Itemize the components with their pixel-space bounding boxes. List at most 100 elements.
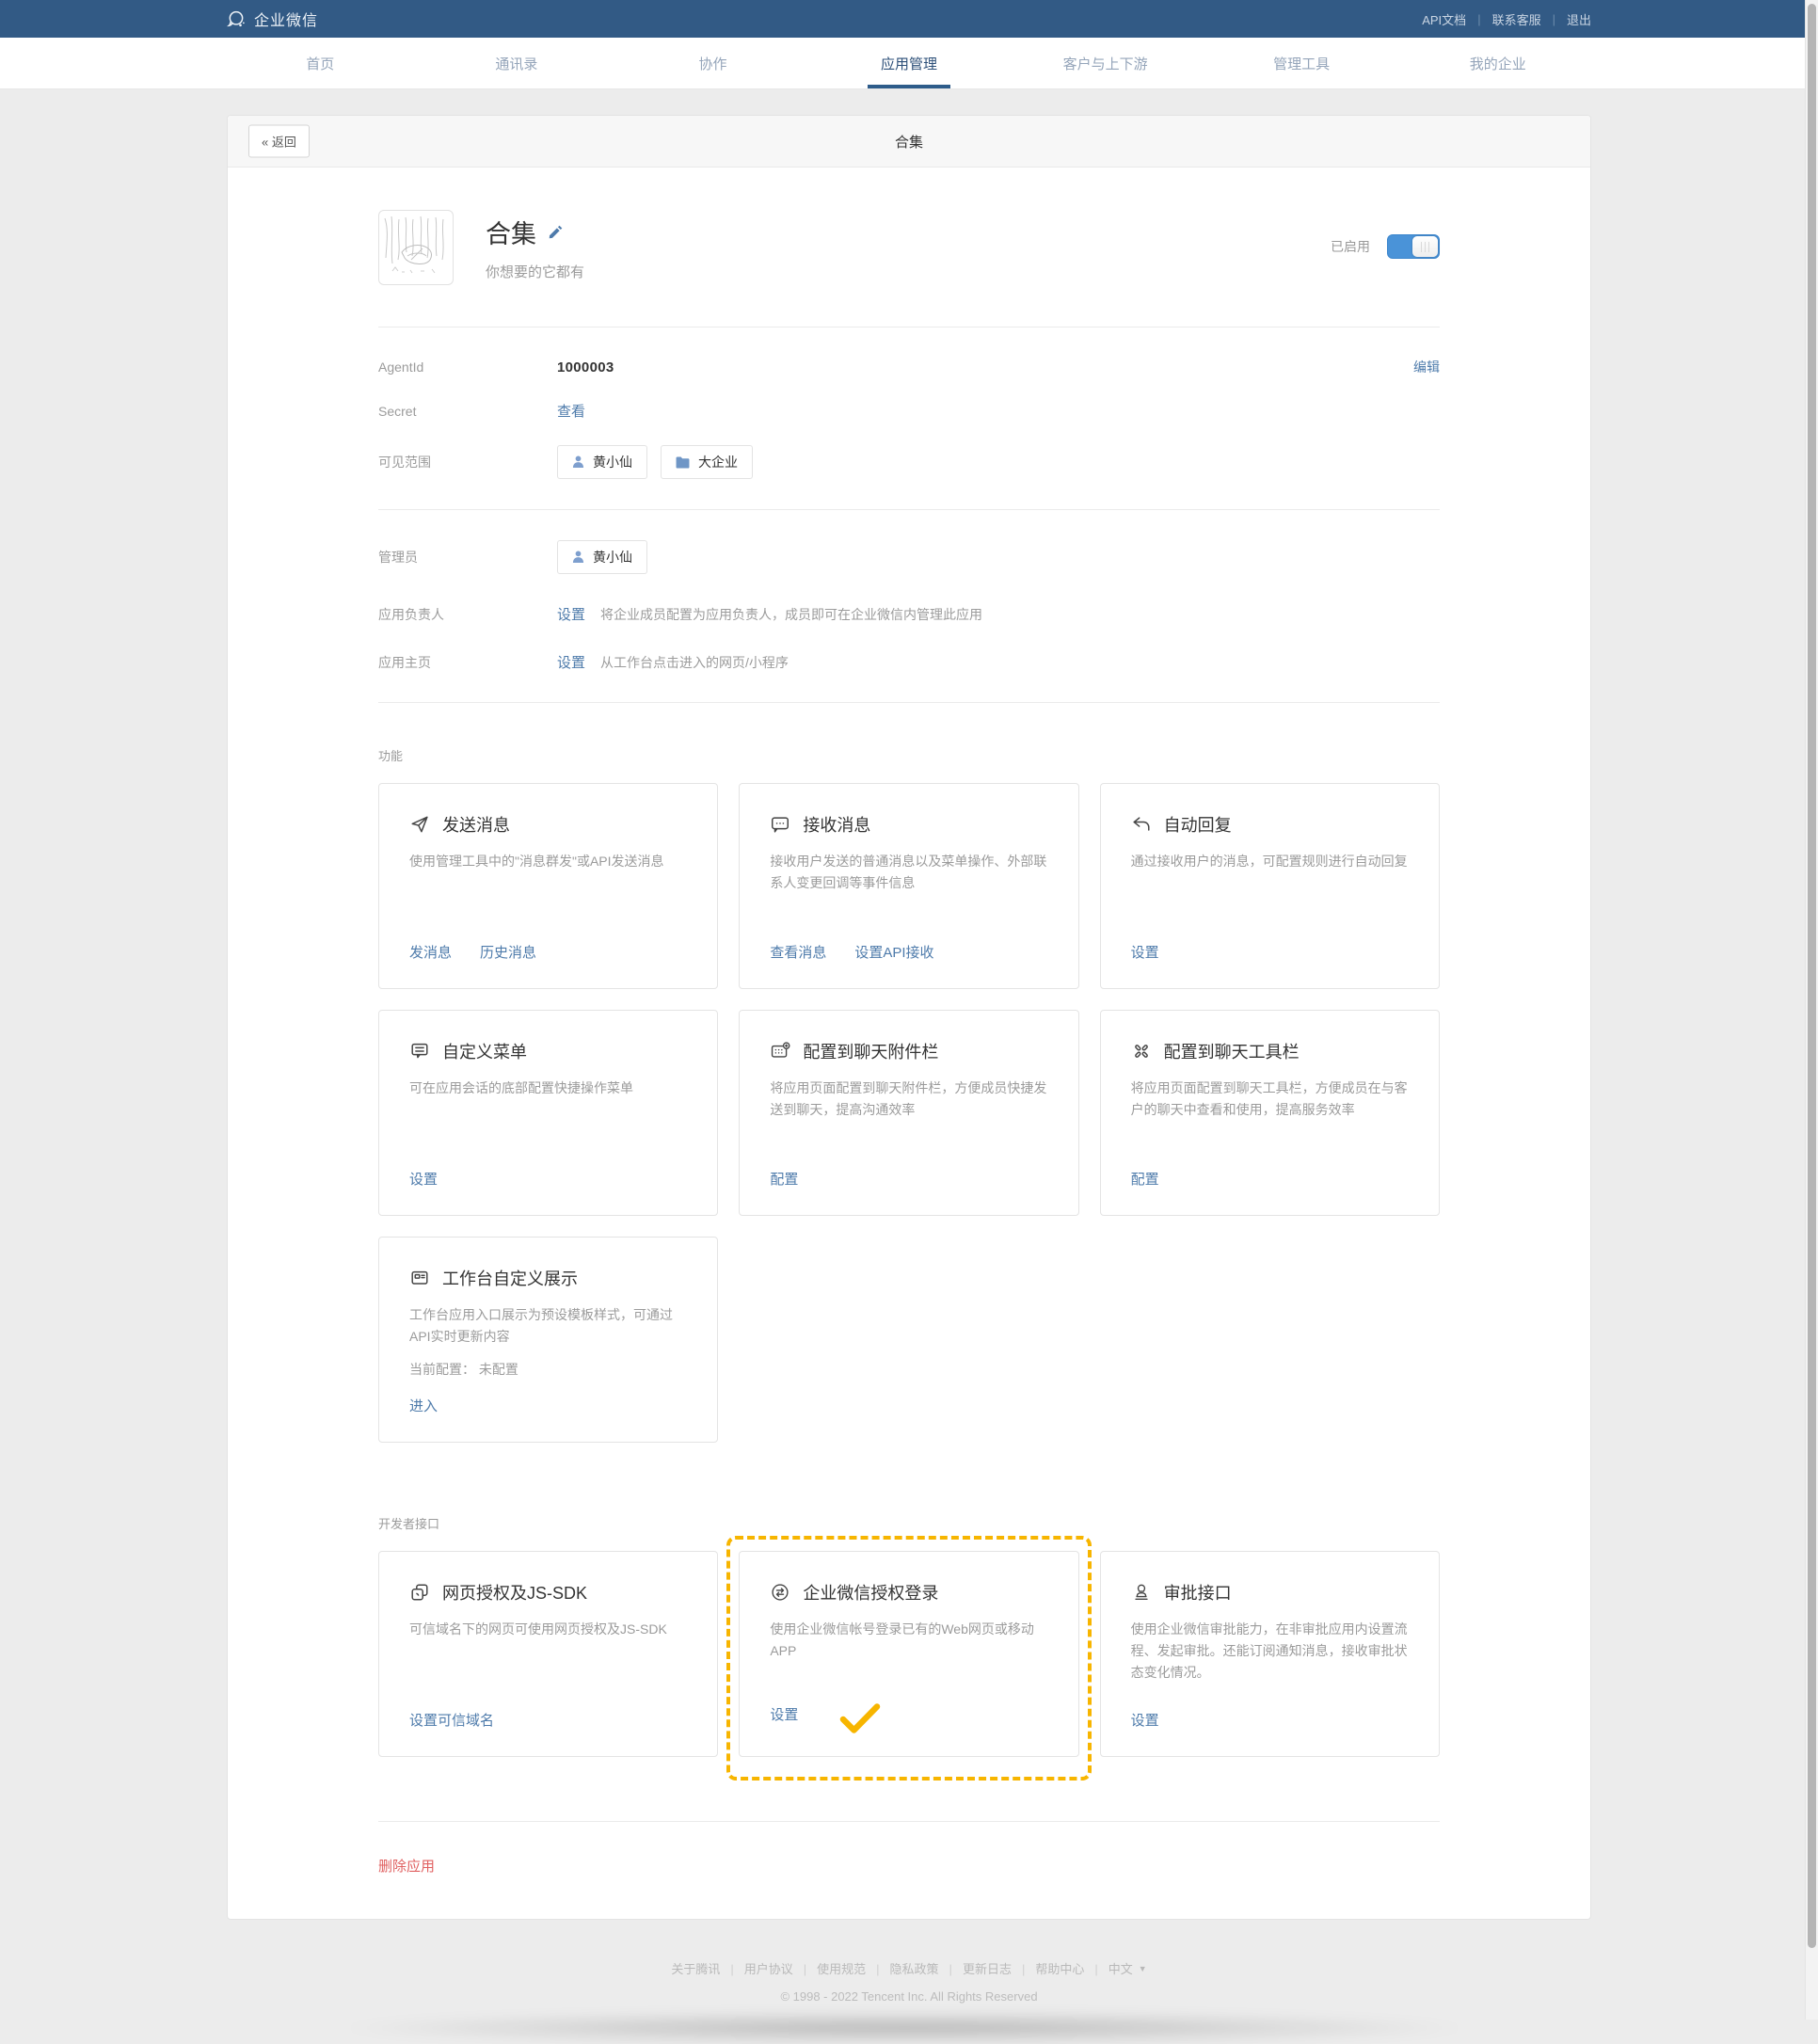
card-title: 配置到聊天附件栏 <box>803 1039 938 1063</box>
management-fields: 管理员 黄小仙 应用负责人 设置 将企业成员配置为应用负责人，成员即可在企业微信… <box>378 510 1440 702</box>
nav-item-contacts[interactable]: 通讯录 <box>419 38 615 88</box>
card-title: 审批接口 <box>1164 1580 1232 1605</box>
back-button[interactable]: « 返回 <box>248 125 310 158</box>
custom-menu-set-link[interactable]: 设置 <box>409 1169 438 1189</box>
nav-item-admin-tools[interactable]: 管理工具 <box>1204 38 1400 88</box>
card-desc: 工作台应用入口展示为预设模板样式，可通过API实时更新内容 <box>409 1304 687 1358</box>
api-doc-link[interactable]: API文档 <box>1422 10 1466 28</box>
features-grid: 发送消息 使用管理工具中的"消息群发"或API发送消息 发消息 历史消息 <box>378 783 1440 1443</box>
edit-link[interactable]: 编辑 <box>1413 358 1440 376</box>
nav-item-collaboration[interactable]: 协作 <box>614 38 811 88</box>
auto-reply-set-link[interactable]: 设置 <box>1131 942 1159 962</box>
panel-header: « 返回 合集 <box>228 116 1590 168</box>
auto-reply-icon <box>1131 814 1152 835</box>
send-message-icon <box>409 814 430 835</box>
developer-grid: 网页授权及JS-SDK 可信域名下的网页可使用网页授权及JS-SDK 设置可信域… <box>378 1551 1440 1757</box>
edit-name-icon[interactable] <box>548 224 564 240</box>
card-desc: 通过接收用户的消息，可配置规则进行自动回复 <box>1131 851 1409 925</box>
footer-link-usage-rules[interactable]: 使用规范 <box>817 1959 889 1977</box>
status-label: 已启用 <box>1331 237 1370 256</box>
logout-link[interactable]: 退出 <box>1567 10 1591 28</box>
secret-view-link[interactable]: 查看 <box>557 401 585 421</box>
app-homepage-desc: 从工作台点击进入的网页/小程序 <box>600 653 789 672</box>
dev-card-wecom-oauth-login: 企业微信授权登录 使用企业微信帐号登录已有的Web网页或移动APP 设置 <box>739 1551 1078 1757</box>
visible-scope-label: 可见范围 <box>378 453 557 471</box>
app-name: 合集 <box>486 214 536 250</box>
app-detail-panel: « 返回 合集 合集 <box>227 115 1591 1920</box>
person-icon <box>572 455 584 469</box>
delete-app-link[interactable]: 删除应用 <box>378 1859 435 1875</box>
current-config-status: 当前配置： 未配置 <box>409 1360 687 1379</box>
developer-section-title: 开发者接口 <box>378 1514 1440 1532</box>
view-message-link[interactable]: 查看消息 <box>770 942 826 962</box>
approval-set-link[interactable]: 设置 <box>1131 1710 1159 1730</box>
footer-link-privacy[interactable]: 隐私政策 <box>890 1959 963 1977</box>
scrollbar-thumb[interactable] <box>1808 4 1816 1948</box>
nav-item-customers[interactable]: 客户与上下游 <box>1007 38 1204 88</box>
visible-scope-user-tag[interactable]: 黄小仙 <box>557 445 647 479</box>
folder-icon <box>676 456 690 469</box>
footer-link-user-agreement[interactable]: 用户协议 <box>744 1959 817 1977</box>
feature-card-receive-message: 接收消息 接收用户发送的普通消息以及菜单操作、外部联系人变更回调等事件信息 查看… <box>739 783 1078 989</box>
identity-fields: AgentId 1000003 编辑 Secret 查看 可见范围 黄小仙 <box>378 327 1440 509</box>
card-desc: 将应用页面配置到聊天工具栏，方便成员在与客户的聊天中查看和使用，提高服务效率 <box>1131 1078 1409 1152</box>
card-desc: 使用企业微信审批能力，在非审批应用内设置流程、发起审批。还能订阅通知消息，接收审… <box>1131 1619 1409 1693</box>
person-icon <box>572 551 584 564</box>
app-avatar <box>378 210 454 285</box>
tag-label: 黄小仙 <box>593 453 632 471</box>
receive-message-icon <box>770 814 790 835</box>
yellow-check-icon <box>839 1703 881 1734</box>
chat-attachment-icon <box>770 1041 790 1062</box>
features-section-title: 功能 <box>378 746 1440 764</box>
agent-id-label: AgentId <box>378 359 557 375</box>
approval-icon <box>1131 1582 1152 1603</box>
app-enabled-toggle[interactable] <box>1387 234 1440 259</box>
set-trusted-domain-link[interactable]: 设置可信域名 <box>409 1710 494 1730</box>
chat-attachment-config-link[interactable]: 配置 <box>770 1169 798 1189</box>
nav-item-app-management[interactable]: 应用管理 <box>811 38 1008 88</box>
footer-link-help-center[interactable]: 帮助中心 <box>1035 1959 1108 1977</box>
nav-item-home[interactable]: 首页 <box>222 38 419 88</box>
oauth-login-set-link[interactable]: 设置 <box>770 1704 798 1724</box>
contact-support-link[interactable]: 联系客服 <box>1492 10 1541 28</box>
separator: | <box>1553 12 1555 26</box>
brand-name: 企业微信 <box>254 8 318 30</box>
admin-user-tag[interactable]: 黄小仙 <box>557 540 647 574</box>
app-owner-label: 应用负责人 <box>378 605 557 624</box>
dev-card-approval-api: 审批接口 使用企业微信审批能力，在非审批应用内设置流程、发起审批。还能订阅通知消… <box>1100 1551 1440 1757</box>
caret-down-icon: ▼ <box>1139 1964 1147 1973</box>
page-footer: 关于腾讯 用户协议 使用规范 隐私政策 更新日志 帮助中心 中文 ▼ © 199… <box>0 1920 1818 2028</box>
feature-card-chat-toolbar: 配置到聊天工具栏 将应用页面配置到聊天工具栏，方便成员在与客户的聊天中查看和使用… <box>1100 1010 1440 1216</box>
card-desc: 可信域名下的网页可使用网页授权及JS-SDK <box>409 1619 687 1693</box>
send-message-link[interactable]: 发消息 <box>409 942 452 962</box>
set-api-receive-link[interactable]: 设置API接收 <box>854 942 933 962</box>
visible-scope-dept-tag[interactable]: 大企业 <box>661 445 753 479</box>
app-homepage-label: 应用主页 <box>378 653 557 672</box>
history-message-link[interactable]: 历史消息 <box>480 942 536 962</box>
footer-link-changelog[interactable]: 更新日志 <box>963 1959 1035 1977</box>
card-desc: 将应用页面配置到聊天附件栏，方便成员快捷发送到聊天，提高沟通效率 <box>770 1078 1047 1152</box>
card-title: 网页授权及JS-SDK <box>442 1580 587 1605</box>
workbench-enter-link[interactable]: 进入 <box>409 1396 438 1415</box>
custom-menu-icon <box>409 1041 430 1062</box>
footer-link-about[interactable]: 关于腾讯 <box>671 1959 743 1977</box>
card-desc: 使用企业微信帐号登录已有的Web网页或移动APP <box>770 1619 1047 1682</box>
app-homepage-set-link[interactable]: 设置 <box>557 652 585 672</box>
tag-label: 大企业 <box>698 453 738 471</box>
card-desc: 使用管理工具中的"消息群发"或API发送消息 <box>409 851 687 925</box>
copyright: © 1998 - 2022 Tencent Inc. All Rights Re… <box>0 1989 1818 2004</box>
card-title: 企业微信授权登录 <box>803 1580 938 1605</box>
main-nav: 首页 通讯录 协作 应用管理 客户与上下游 管理工具 我的企业 <box>0 38 1818 89</box>
chat-toolbar-config-link[interactable]: 配置 <box>1131 1169 1159 1189</box>
app-owner-set-link[interactable]: 设置 <box>557 604 585 624</box>
language-label: 中文 <box>1108 1959 1133 1977</box>
card-title: 发送消息 <box>442 812 510 837</box>
feature-card-custom-menu: 自定义菜单 可在应用会话的底部配置快捷操作菜单 设置 <box>378 1010 718 1216</box>
language-selector[interactable]: 中文 ▼ <box>1108 1959 1147 1977</box>
web-auth-jssdk-icon <box>409 1582 430 1603</box>
divider <box>378 1821 1440 1822</box>
toggle-knob <box>1412 236 1438 257</box>
card-title: 自定义菜单 <box>442 1039 527 1063</box>
nav-item-my-company[interactable]: 我的企业 <box>1399 38 1596 88</box>
scrollbar-track[interactable] <box>1805 0 1818 2020</box>
